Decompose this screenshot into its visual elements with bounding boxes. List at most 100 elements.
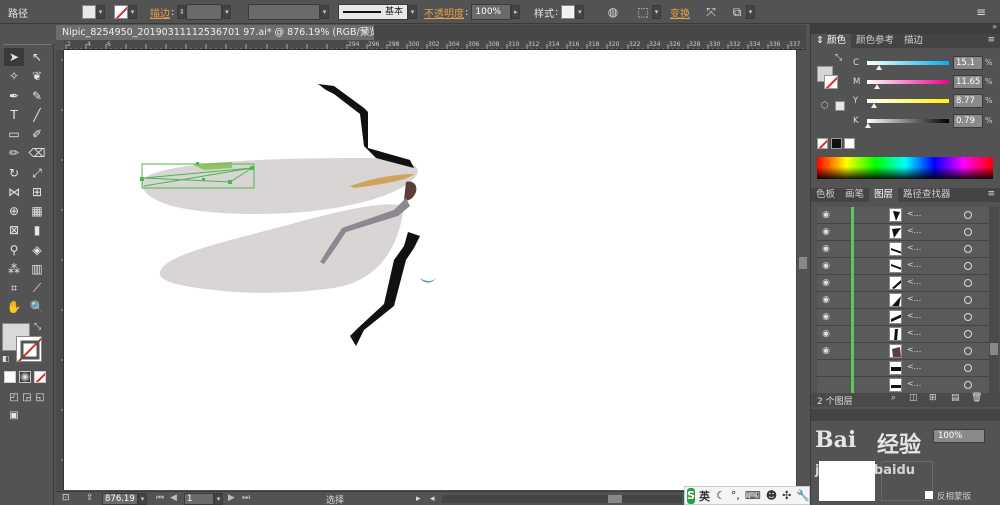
opacity-control[interactable]: 不透明度 : 100% ▸ [424,3,521,21]
control-bar-menu[interactable]: ≡ [972,3,990,21]
chevron-down-icon[interactable]: ▾ [575,5,585,19]
out-of-gamut-icon[interactable]: ⬡ [821,101,829,111]
tab-color[interactable]: ⇕ 颜色 [811,34,852,48]
collapse-icon[interactable]: » [992,22,997,31]
arrange-button[interactable]: ⧉ ▾ [728,3,755,21]
wrench-icon[interactable]: 🔧 [796,489,810,502]
column-graph-tool-icon[interactable]: ▥ [27,260,47,278]
layer-row[interactable]: ◉ <... [817,292,989,309]
chevron-down-icon[interactable]: ▾ [408,5,417,19]
ime-lang[interactable]: 英 [699,488,710,504]
target-icon[interactable] [964,347,972,355]
paintbrush-tool-icon[interactable]: ✐ [27,125,47,143]
recolor-button[interactable]: ◍ [604,3,622,21]
stepper-icon[interactable]: ⇕ [177,5,187,19]
status-mode[interactable]: 选择 [326,493,344,505]
dock-header[interactable]: » [811,22,1000,34]
scale-tool-icon[interactable]: ⤢ [27,164,47,182]
isolate-group-icon[interactable]: ⤧ [702,3,720,21]
shape-builder-tool-icon[interactable]: ⊕ [4,202,24,220]
pen-tool-icon[interactable]: ✒ [4,87,24,105]
screen-mode-icon[interactable]: ▣ [4,406,24,424]
user-icon[interactable]: ☻ [766,489,777,502]
opacity-field[interactable]: 100% [933,429,985,443]
scroll-thumb[interactable] [608,495,622,503]
scroll-thumb[interactable] [990,343,998,355]
horizontal-scroll-track[interactable] [442,495,682,503]
color-spectrum[interactable] [817,157,993,179]
layer-row[interactable]: ◉ <... [817,275,989,292]
align-button[interactable]: ⬚ ▾ [634,3,661,21]
stroke-swatch-control[interactable]: ▾ [114,3,137,21]
slider-track[interactable] [867,99,949,103]
invert-mask-checkbox[interactable] [925,491,933,499]
eye-icon[interactable]: ◉ [819,244,833,254]
tab-layers[interactable]: 图层 [869,188,899,202]
black-field[interactable]: 0.79 [953,114,983,128]
chevron-down-icon[interactable]: ▾ [96,5,105,19]
close-icon[interactable]: × [361,25,369,40]
slider-track[interactable] [867,119,949,123]
opacity-label[interactable]: 不透明度 [424,5,464,20]
panel-menu-icon[interactable]: ≡ [972,3,990,21]
prev-artboard-icon[interactable]: ◀ [170,493,177,503]
default-colors-icon[interactable]: ◧ [2,354,10,363]
none-mode-icon[interactable] [34,371,46,383]
stroke-none-swatch[interactable] [114,5,128,19]
rotate-tool-icon[interactable]: ↻ [4,164,24,182]
page-field[interactable]: 1 [184,493,214,505]
punctuation-icon[interactable]: °, [731,489,740,502]
chevron-right-icon[interactable]: ▸ [511,5,521,19]
canvas-vertical-scrollbar[interactable] [796,50,808,490]
recolor-artwork-icon[interactable]: ◍ [604,3,622,21]
scroll-thumb[interactable] [799,257,807,269]
tab-brushes[interactable]: 画笔 [840,188,869,202]
horizontal-ruler[interactable]: 2 4 6 294 296 298 300 302 304 306 308 310 312 314 316 3… [64,40,806,50]
chevron-down-icon[interactable]: ▾ [652,5,661,19]
panel-menu-icon[interactable]: ≡ [987,189,995,199]
artboard-tool-icon[interactable]: ⌗ [4,279,24,297]
chevron-down-icon[interactable]: ▾ [746,5,755,19]
vertical-ruler[interactable] [56,50,64,490]
target-icon[interactable] [964,211,972,219]
keyboard-icon[interactable]: ⌨ [745,489,761,502]
eye-icon[interactable]: ◉ [819,210,833,220]
panel-stroke-box[interactable] [824,75,838,89]
eye-icon[interactable]: ◉ [819,261,833,271]
zoom-field[interactable]: 876.19 [102,493,138,505]
cyan-field[interactable]: 15.1 [953,56,983,70]
make-clipping-mask-icon[interactable]: ◫ [909,393,918,403]
rectangle-tool-icon[interactable]: ▭ [4,125,24,143]
toolbar-grip[interactable] [3,44,51,47]
symbol-sprayer-tool-icon[interactable]: ⁂ [4,260,24,278]
fill-swatch[interactable] [82,5,96,19]
isolate-button[interactable]: ⤧ [702,3,720,21]
layer-row[interactable]: <... [817,360,989,377]
target-icon[interactable] [964,313,972,321]
tab-color-guide[interactable]: 颜色参考 [851,34,899,48]
chevron-down-icon[interactable]: ▾ [222,5,232,19]
width-tool-icon[interactable]: ⋈ [4,183,24,201]
magenta-field[interactable]: 11.65 [953,75,983,89]
black-swatch[interactable] [831,138,842,149]
transform-label[interactable]: 变换 [670,5,690,20]
target-icon[interactable] [964,381,972,389]
stroke-label[interactable]: 描边 [150,5,170,20]
tab-swatches[interactable]: 色板 [811,188,840,202]
swap-icon[interactable]: ⤡ [835,53,842,63]
moon-icon[interactable]: ☾ [716,489,726,502]
opacity-field[interactable]: 100% [471,4,512,20]
status-arrow-icon[interactable]: ▸ [416,494,421,504]
target-icon[interactable] [964,364,972,372]
trash-icon[interactable]: 🗑 [971,393,982,403]
eyedropper-tool-icon[interactable]: ⚲ [4,241,24,259]
new-layer-icon[interactable]: ▤ [951,393,960,403]
eye-icon[interactable]: ◉ [819,295,833,305]
layer-row[interactable]: ◉ <... [817,309,989,326]
target-icon[interactable] [964,296,972,304]
scroll-left-icon[interactable]: ◂ [430,494,435,504]
layers-scrollbar[interactable] [989,207,999,393]
variable-width-field[interactable] [248,4,320,20]
hand-tool-icon[interactable]: ✋ [4,298,24,316]
selection-tool-icon[interactable]: ➤ [4,48,24,66]
